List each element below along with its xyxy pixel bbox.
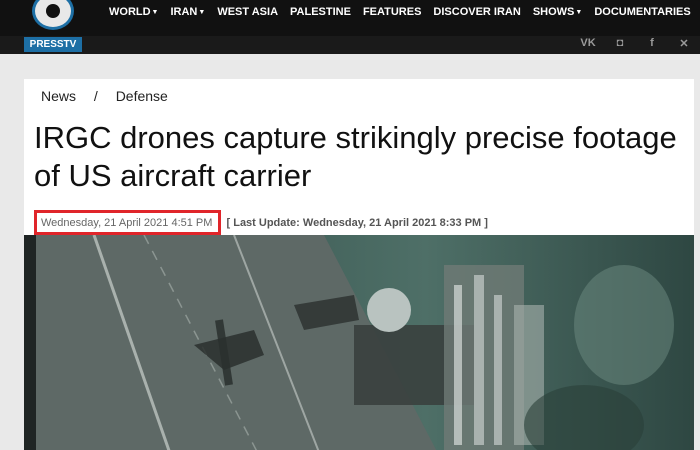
presstv-logo[interactable]: PRESSTV	[24, 0, 82, 54]
breadcrumb-news[interactable]: News	[41, 88, 76, 104]
nav-item-discover-iran[interactable]: DISCOVER IRAN	[433, 6, 520, 18]
breadcrumb-defense[interactable]: Defense	[116, 88, 168, 104]
nav-item-iran[interactable]: IRAN▼	[170, 6, 205, 18]
last-update-date: [ Last Update: Wednesday, 21 April 2021 …	[226, 217, 488, 229]
published-date: Wednesday, 21 April 2021 4:51 PM	[34, 210, 222, 235]
chevron-down-icon: ▼	[575, 9, 583, 16]
article-photo[interactable]	[24, 235, 694, 450]
nav-item-shows[interactable]: SHOWS▼	[533, 6, 583, 18]
chevron-down-icon: ▼	[151, 9, 159, 16]
breadcrumb: News / Defense	[41, 88, 182, 104]
chevron-down-icon: ▼	[198, 9, 206, 16]
x-icon[interactable]: ✕	[676, 37, 692, 50]
logo-emblem-icon	[32, 0, 74, 30]
nav-item-world[interactable]: WORLD▼	[109, 6, 158, 18]
nav-item-features[interactable]: FEATURES	[363, 6, 421, 18]
article-dateline: Wednesday, 21 April 2021 4:51 PM [ Last …	[34, 210, 488, 235]
article-card: News / Defense IRGC drones capture strik…	[24, 79, 694, 450]
shield-icon[interactable]: ◘	[612, 37, 628, 49]
nav-item-documentaries[interactable]: DOCUMENTARIES	[594, 6, 690, 18]
facebook-icon[interactable]: f	[644, 37, 660, 49]
main-nav: WORLD▼ IRAN▼ WEST ASIA PALESTINE FEATURE…	[109, 6, 700, 18]
logo-text: PRESSTV	[24, 37, 82, 52]
nav-item-palestine[interactable]: PALESTINE	[290, 6, 351, 18]
top-navigation-bar: WORLD▼ IRAN▼ WEST ASIA PALESTINE FEATURE…	[0, 0, 700, 36]
article-headline: IRGC drones capture strikingly precise f…	[34, 120, 677, 193]
breadcrumb-separator: /	[93, 88, 98, 104]
vk-icon[interactable]: VK	[580, 37, 596, 49]
nav-item-west-asia[interactable]: WEST ASIA	[217, 6, 278, 18]
social-links: VK ◘ f ✕	[580, 36, 692, 50]
drone-footage-image	[24, 235, 694, 450]
